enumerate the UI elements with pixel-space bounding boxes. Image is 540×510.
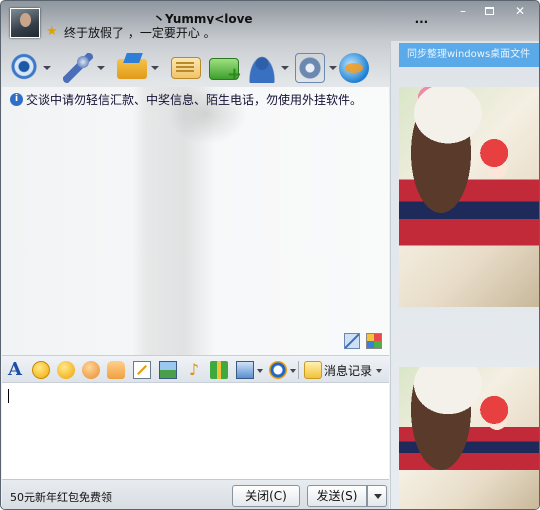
magic-emoji-icon[interactable]	[57, 361, 75, 379]
contact-nickname[interactable]: 丶Yummy<love___________________________..…	[153, 10, 433, 24]
security-notice-text: 交谈中请勿轻信汇款、中奖信息、陌生电话，勿使用外挂软件。	[26, 93, 363, 107]
maximize-icon	[484, 7, 494, 15]
remote-assist-icon[interactable]	[209, 58, 242, 85]
payment-icon[interactable]	[269, 361, 287, 379]
message-history-button[interactable]: 消息记录	[324, 362, 372, 379]
maximize-button[interactable]	[477, 3, 501, 19]
voice-call-dropdown-icon[interactable]	[97, 66, 105, 70]
video-call-icon[interactable]	[9, 53, 39, 83]
send-file-icon[interactable]	[117, 59, 147, 79]
minimize-button[interactable]: –	[451, 3, 475, 19]
expand-pane-icon[interactable]	[344, 333, 360, 349]
red-packet-promo-link[interactable]: 50元新年红包免费领	[10, 489, 112, 505]
contact-side-panel: 同步整理windows桌面文件	[390, 41, 539, 509]
security-notice: i 交谈中请勿轻信汇款、中奖信息、陌生电话，勿使用外挂软件。	[10, 91, 362, 108]
chat-background-image	[102, 87, 252, 355]
message-history-pane[interactable]: i 交谈中请勿轻信汇款、中奖信息、陌生电话，勿使用外挂软件。	[2, 87, 389, 355]
contact-show-photo[interactable]	[399, 87, 539, 307]
doodle-icon[interactable]	[133, 361, 151, 379]
send-file-dropdown-icon[interactable]	[151, 66, 159, 70]
sync-desktop-banner[interactable]: 同步整理windows桌面文件	[399, 43, 539, 67]
emoji-icon[interactable]	[32, 361, 50, 379]
chat-window: 丶Yummy<love___________________________..…	[0, 0, 540, 510]
voice-message-icon[interactable]	[107, 361, 125, 379]
message-history-dropdown-icon[interactable]	[376, 369, 382, 373]
screenshot-icon[interactable]	[236, 361, 254, 379]
level-star-icon[interactable]: ★	[46, 25, 60, 39]
message-history-icon[interactable]	[304, 361, 322, 379]
format-toolbar: A ♪ 消息记录	[2, 355, 389, 383]
font-icon[interactable]: A	[8, 361, 26, 379]
create-group-dropdown-icon[interactable]	[281, 66, 289, 70]
qzone-icon[interactable]	[339, 53, 369, 83]
contact-signature: 终于放假了 ，一定要开心 。	[64, 26, 216, 40]
send-mail-icon[interactable]	[171, 57, 201, 79]
music-icon[interactable]: ♪	[185, 361, 203, 379]
close-window-button[interactable]: ✕	[503, 3, 537, 19]
theme-colors-icon[interactable]	[366, 333, 382, 349]
window-shake-icon[interactable]	[82, 361, 100, 379]
video-call-dropdown-icon[interactable]	[43, 66, 51, 70]
payment-dropdown-icon[interactable]	[290, 369, 296, 373]
bottom-bar: 50元新年红包免费领 关闭(C) 发送(S)	[2, 479, 389, 509]
gift-icon[interactable]	[210, 361, 228, 379]
send-image-icon[interactable]	[159, 361, 177, 379]
own-show-photo[interactable]	[399, 367, 539, 509]
info-icon: i	[10, 93, 23, 106]
voice-call-icon[interactable]	[63, 53, 93, 83]
screenshot-dropdown-icon[interactable]	[257, 369, 263, 373]
send-options-dropdown-icon[interactable]	[367, 485, 387, 507]
app-settings-dropdown-icon[interactable]	[329, 66, 337, 70]
toolbar-divider	[298, 361, 299, 379]
create-group-icon[interactable]	[247, 53, 277, 83]
message-input[interactable]	[2, 383, 389, 479]
app-settings-icon[interactable]	[295, 53, 325, 83]
contact-avatar[interactable]	[10, 8, 40, 38]
send-button[interactable]: 发送(S)	[307, 485, 367, 507]
close-chat-button[interactable]: 关闭(C)	[232, 485, 300, 507]
text-caret	[8, 389, 9, 403]
